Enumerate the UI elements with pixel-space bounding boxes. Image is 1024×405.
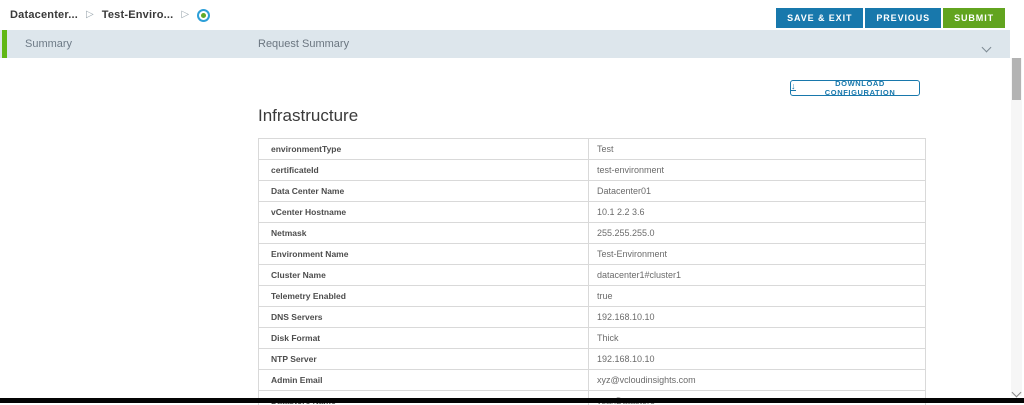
row-value: xyz@vcloudinsights.com [597,375,696,385]
download-configuration-button[interactable]: ↓ DOWNLOAD CONFIGURATION [790,79,920,97]
row-value: Test [597,144,614,154]
active-step-indicator [2,30,7,58]
top-bar: Datacenter... ▷ Test-Enviro... ▷ SAVE & … [0,0,1024,30]
table-row: Environment Name Test-Environment [259,244,925,265]
row-value: 255.255.255.0 [597,228,655,238]
row-value: 10.1 2.2 3.6 [597,207,645,217]
table-row: vCenter Hostname 10.1 2.2 3.6 [259,202,925,223]
status-dot-icon [201,12,207,18]
wizard-step-summary[interactable]: Summary [25,30,72,58]
row-value: 192.168.10.10 [597,354,655,364]
row-label: Disk Format [259,328,589,348]
table-row: NTP Server 192.168.10.10 [259,349,925,370]
vertical-scrollbar-track[interactable] [1011,58,1022,396]
row-label: environmentType [259,139,589,159]
row-value: Test-Environment [597,249,668,259]
breadcrumb-separator-icon: ▷ [181,9,190,20]
save-exit-button[interactable]: SAVE & EXIT [776,8,864,28]
row-label: certificateId [259,160,589,180]
collapse-section-button[interactable] [981,37,992,56]
bottom-black-bar [0,398,1024,403]
table-row: Cluster Name datacenter1#cluster1 [259,265,925,286]
previous-button[interactable]: PREVIOUS [865,8,942,28]
scroll-down-button[interactable] [1009,384,1023,398]
request-summary-label: Request Summary [258,38,350,50]
row-value: test-environment [597,165,665,175]
breadcrumb: Datacenter... ▷ Test-Enviro... ▷ [10,0,211,30]
table-row: Data Center Name Datacenter01 [259,181,925,202]
table-row: Telemetry Enabled true [259,286,925,307]
row-value: 192.168.10.10 [597,312,655,322]
summary-table: environmentType Test certificateId test-… [258,138,926,405]
table-row: environmentType Test [259,139,925,160]
row-label: vCenter Hostname [259,202,589,222]
page-title: Infrastructure [258,106,359,125]
row-value: Thick [597,333,619,343]
table-row: Disk Format Thick [259,328,925,349]
download-button-label: DOWNLOAD CONFIGURATION [824,79,896,97]
row-value: datacenter1#cluster1 [597,270,682,280]
submit-button[interactable]: SUBMIT [943,8,1005,28]
row-label: Environment Name [259,244,589,264]
breadcrumb-separator-icon: ▷ [86,9,94,20]
row-label: Admin Email [259,370,589,390]
breadcrumb-item-datacenter[interactable]: Datacenter... [10,9,78,21]
summary-section-header: Summary Request Summary [0,30,1010,58]
wizard-actions: SAVE & EXIT PREVIOUS SUBMIT [776,8,1005,28]
table-row: certificateId test-environment [259,160,925,181]
download-icon: ↓ [791,81,797,91]
row-value: Datacenter01 [597,186,652,196]
table-row: Netmask 255.255.255.0 [259,223,925,244]
row-label: NTP Server [259,349,589,369]
row-value: true [597,291,613,301]
row-label: Cluster Name [259,265,589,285]
status-ring-icon [197,8,211,22]
row-label: Netmask [259,223,589,243]
row-label: Telemetry Enabled [259,286,589,306]
breadcrumb-item-environment[interactable]: Test-Enviro... [102,9,174,21]
chevron-down-icon [981,42,992,53]
table-row: Admin Email xyz@vcloudinsights.com [259,370,925,391]
row-label: DNS Servers [259,307,589,327]
vertical-scrollbar-thumb[interactable] [1012,58,1021,100]
row-label: Data Center Name [259,181,589,201]
table-row: DNS Servers 192.168.10.10 [259,307,925,328]
chevron-down-icon [1011,387,1021,398]
